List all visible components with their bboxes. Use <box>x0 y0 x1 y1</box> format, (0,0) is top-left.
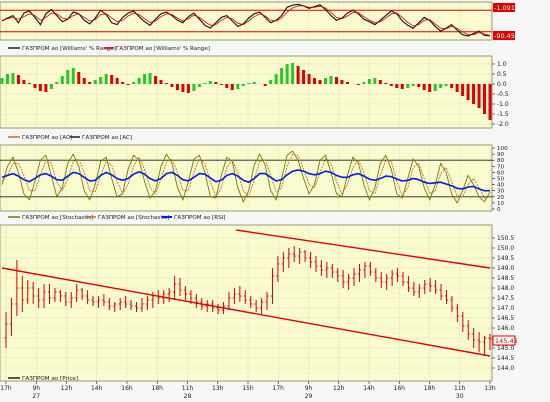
stoch-tick-label: 10 <box>497 201 505 207</box>
stoch-tick-label: 60 <box>497 170 505 176</box>
legend-label: ГАЗПРОМ ао [Stochastic] <box>98 215 169 221</box>
stoch-tick-label: 70 <box>497 164 505 170</box>
price-tick-label: 148.0 <box>497 285 514 292</box>
x-hour-label: 18h <box>152 385 164 392</box>
price-panel[interactable]: 150.5 150.0 149.5 149.0 148.5 148.0 147.5 147.0… <box>0 224 518 382</box>
price-tick-label: 148.5 <box>497 275 514 282</box>
x-hour-label: 13h <box>484 385 496 392</box>
x-hour-label: 12h <box>333 385 345 392</box>
x-day-label: 28 <box>184 393 192 400</box>
x-day-label: 27 <box>32 393 40 400</box>
stoch-legend: ГАЗПРОМ ао [Stochastic] ГАЗПРОМ ао [Stoc… <box>8 215 226 221</box>
stoch-tick-label: 80 <box>497 158 505 164</box>
price-tick-label: 150.0 <box>497 245 514 252</box>
x-hour-label: 11h <box>454 385 466 392</box>
legend-label: ГАЗПРОМ ао [AO] <box>22 135 73 141</box>
x-hour-label: 14h <box>363 385 375 392</box>
x-hour-label: 15h <box>242 385 254 392</box>
price-tick-label: 145.0 <box>497 345 514 352</box>
williams-badge-top-text: -1.0919 <box>494 4 519 12</box>
x-hour-label: 17h <box>273 385 285 392</box>
stock-chart: -1.0919 -90.4559 ГАЗПРОМ ао [Williams' %… <box>0 0 550 402</box>
legend-label: ГАЗПРОМ ао [Stochastic] <box>22 215 93 221</box>
x-hour-label: 11h <box>182 385 194 392</box>
x-day-label: 30 <box>456 393 464 400</box>
stoch-tick-label: 50 <box>497 177 505 183</box>
ac-plot-area <box>0 55 493 129</box>
stoch-rsi-panel[interactable]: 1009080706050403020100 ГАЗПРОМ ао [Stoch… <box>0 144 508 221</box>
price-tick-label: 146.0 <box>497 325 514 332</box>
legend-label: ГАЗПРОМ ао [Williams' % Range] <box>22 46 116 52</box>
stoch-tick-label: 20 <box>497 195 505 201</box>
x-hour-label: 9h <box>305 385 313 392</box>
price-plot-area <box>0 224 493 382</box>
x-hour-label: 16h <box>121 385 133 392</box>
x-hour-label: 13h <box>212 385 224 392</box>
x-hour-label: 17h <box>0 385 12 392</box>
price-tick-label: 149.5 <box>497 255 514 262</box>
stoch-tick-label: 100 <box>497 146 508 152</box>
legend-label: ГАЗПРОМ ао [RSI] <box>174 215 226 221</box>
price-tick-label: 150.5 <box>497 235 514 242</box>
ac-tick-label: 1.0 <box>497 61 507 68</box>
x-hour-label: 18h <box>424 385 436 392</box>
ac-legend: ГАЗПРОМ ао [AO] ГАЗПРОМ ао [AC] <box>8 135 132 141</box>
price-tick-label: 144.5 <box>497 355 514 362</box>
ac-tick-label: 0.5 <box>497 71 507 78</box>
price-tick-label: 147.0 <box>497 305 514 312</box>
price-tick-label: 149.0 <box>497 265 514 272</box>
ac-tick-label: -0.5 <box>497 91 509 98</box>
x-hour-label: 14h <box>91 385 103 392</box>
ac-panel[interactable]: 1.0 0.5 0.0 -0.5 -1.0 -1.5 -2.0 ГАЗПРОМ ао [AO… <box>0 55 509 141</box>
x-day-label: 29 <box>305 393 313 400</box>
stoch-tick-label: 30 <box>497 189 505 195</box>
ac-tick-label: -1.5 <box>497 111 509 118</box>
last-price-text: 145.45 <box>495 337 518 345</box>
price-tick-label: 147.5 <box>497 295 514 302</box>
last-price-marker: 145.45 <box>492 335 518 346</box>
williams-badge-top: -1.0919 <box>493 3 519 12</box>
ac-tick-label: -2.0 <box>497 121 509 128</box>
williams-badge-bottom: -90.4559 <box>493 31 523 40</box>
x-hour-label: 9h <box>32 385 40 392</box>
williams-badge-bottom-text: -90.4559 <box>494 32 523 40</box>
stoch-tick-label: 40 <box>497 183 505 189</box>
legend-label: ГАЗПРОМ ао [AC] <box>82 135 132 141</box>
stoch-tick-label: 0 <box>497 207 501 213</box>
price-tick-label: 144.0 <box>497 365 514 372</box>
x-hour-label: 16h <box>394 385 406 392</box>
ac-tick-label: 0.0 <box>497 81 507 88</box>
price-tick-label: 146.5 <box>497 315 514 322</box>
ac-tick-label: -1.0 <box>497 101 509 108</box>
x-hour-label: 12h <box>61 385 73 392</box>
stoch-tick-label: 90 <box>497 152 505 158</box>
legend-label: ГАЗПРОМ ао [Williams' % Range] <box>116 46 210 52</box>
williams-legend: ГАЗПРОМ ао [Williams' % Range] ГАЗПРОМ а… <box>8 46 210 52</box>
